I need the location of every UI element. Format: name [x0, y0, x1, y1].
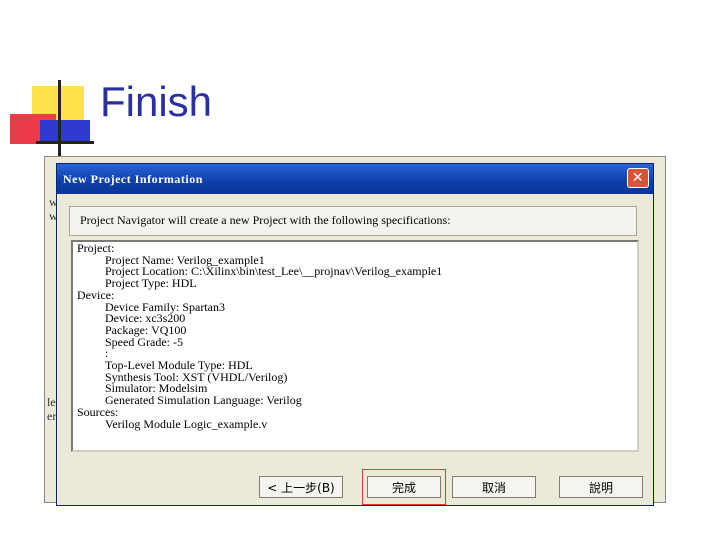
new-project-dialog: New Project Information ✕ Project Naviga…	[56, 163, 654, 506]
finish-button[interactable]: 完成	[367, 476, 441, 498]
spec-sim-language: Generated Simulation Language: Verilog	[105, 393, 302, 408]
dialog-title: New Project Information	[63, 171, 203, 186]
close-button[interactable]: ✕	[627, 168, 649, 188]
spec-project-type: Project Type: HDL	[105, 276, 197, 291]
slide-title: Finish	[100, 78, 213, 125]
decor-horizontal-line	[36, 141, 94, 144]
help-button[interactable]: 說明	[559, 476, 643, 498]
specification-text[interactable]: Project: Project Name: Verilog_example1 …	[71, 240, 639, 452]
spec-speed-grade: Speed Grade: -5	[105, 334, 183, 349]
bg-fragment: er	[47, 409, 57, 423]
dialog-header: Project Navigator will create a new Proj…	[69, 206, 637, 236]
decor-vertical-line	[58, 80, 61, 158]
dialog-titlebar: New Project Information ✕	[57, 164, 653, 194]
bg-fragment: le	[47, 395, 56, 409]
back-button[interactable]: < 上一步(B)	[259, 476, 343, 498]
cancel-button[interactable]: 取消	[452, 476, 536, 498]
spec-source-file: Verilog Module Logic_example.v	[105, 416, 268, 431]
close-icon: ✕	[631, 170, 645, 186]
